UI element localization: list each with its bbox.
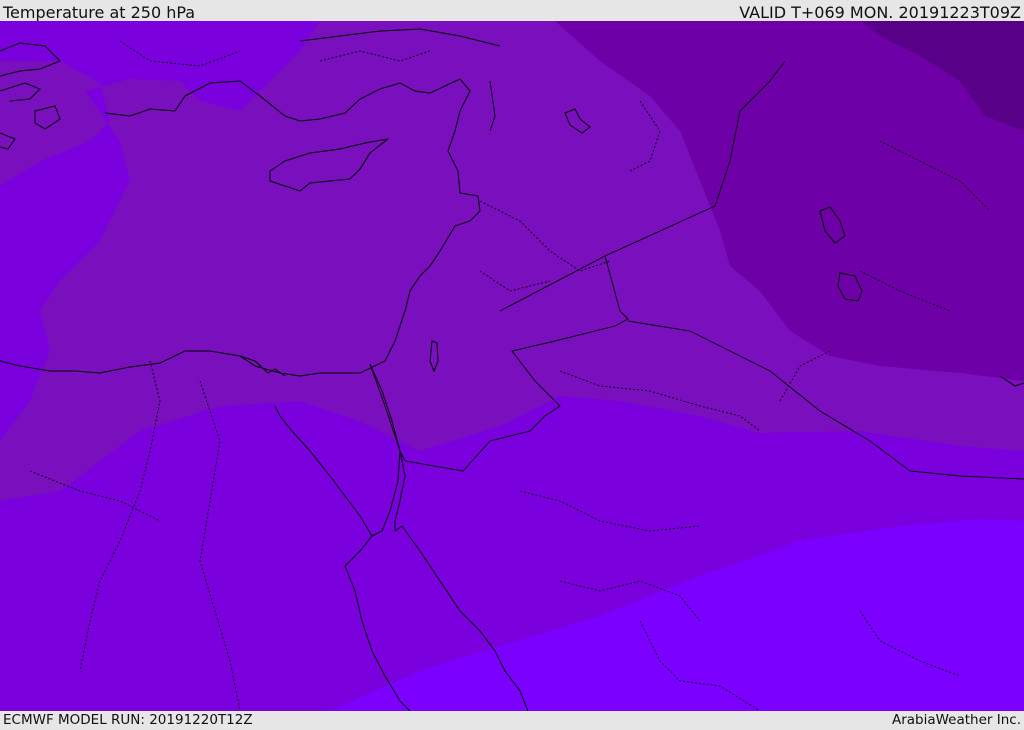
map-canvas [0,21,1024,711]
model-run-label: ECMWF MODEL RUN: 20191220T12Z [3,712,253,728]
temperature-map[interactable] [0,21,1024,711]
footer-bar: ECMWF MODEL RUN: 20191220T12Z ArabiaWeat… [0,711,1024,729]
header-bar: Temperature at 250 hPa VALID T+069 MON. … [0,0,1024,22]
credit-label: ArabiaWeather Inc. [891,712,1021,728]
